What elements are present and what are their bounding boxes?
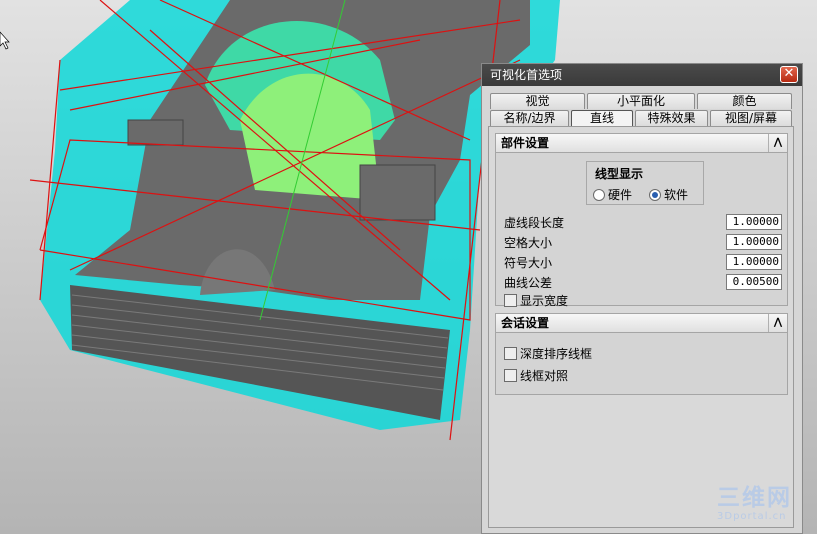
curve-tolerance-label: 曲线公差 <box>504 276 553 290</box>
part-settings-title: 部件设置 <box>501 136 550 150</box>
watermark-url: 3Dportal.cn <box>717 511 787 522</box>
collapse-icon[interactable]: ⋀ <box>768 134 787 152</box>
dialog-titlebar[interactable]: 可视化首选项 ✕ <box>482 64 802 86</box>
radio-unselected-icon[interactable] <box>593 188 605 201</box>
show-width-label: 显示宽度 <box>520 294 569 308</box>
line-tab-panel: 部件设置 ⋀ 线型显示 硬件 软件 虚线段长度 1.00000 空格大小 1.0… <box>488 126 794 528</box>
tab-row-upper: 视觉 小平面化 颜色 <box>490 93 794 109</box>
radio-software-label: 软件 <box>664 188 689 202</box>
line-display-group: 线型显示 硬件 软件 <box>586 161 704 205</box>
tab-row-lower: 名称/边界 直线 特殊效果 视图/屏幕 <box>490 110 794 126</box>
tab-line[interactable]: 直线 <box>571 110 633 126</box>
checkbox-icon[interactable] <box>504 294 517 307</box>
radio-selected-icon[interactable] <box>649 188 661 201</box>
line-display-title: 线型显示 <box>595 167 644 181</box>
wireframe-contrast-label: 线框对照 <box>520 369 569 383</box>
close-button[interactable]: ✕ <box>780 66 798 83</box>
watermark-logo: 三维网 3Dportal.cn <box>717 485 792 522</box>
radio-hardware-label: 硬件 <box>608 188 633 202</box>
radio-software[interactable]: 软件 <box>649 186 688 203</box>
checkbox-icon[interactable] <box>504 347 517 360</box>
watermark-title: 三维网 <box>717 485 792 511</box>
curve-tolerance-input[interactable]: 0.00500 <box>726 274 782 290</box>
dialog-title: 可视化首选项 <box>490 68 563 82</box>
radio-hardware[interactable]: 硬件 <box>593 186 632 203</box>
wireframe-contrast-checkbox[interactable]: 线框对照 <box>504 367 568 384</box>
tab-names-borders[interactable]: 名称/边界 <box>490 110 569 126</box>
depth-sort-wireframe-checkbox[interactable]: 深度排序线框 <box>504 345 592 362</box>
tab-faceting[interactable]: 小平面化 <box>587 93 695 109</box>
tab-colors[interactable]: 颜色 <box>697 93 792 109</box>
session-settings-title: 会话设置 <box>501 316 550 330</box>
symbol-size-input[interactable]: 1.00000 <box>726 254 782 270</box>
tab-view-screen[interactable]: 视图/屏幕 <box>710 110 792 126</box>
session-settings-body: 深度排序线框 线框对照 <box>495 333 788 395</box>
dash-length-input[interactable]: 1.00000 <box>726 214 782 230</box>
show-width-checkbox[interactable]: 显示宽度 <box>504 292 568 309</box>
part-settings-header[interactable]: 部件设置 ⋀ <box>495 133 788 153</box>
checkbox-icon[interactable] <box>504 369 517 382</box>
collapse-icon[interactable]: ⋀ <box>768 314 787 332</box>
dash-length-label: 虚线段长度 <box>504 216 565 230</box>
part-settings-body: 线型显示 硬件 软件 虚线段长度 1.00000 空格大小 1.00000 符号… <box>495 153 788 309</box>
tab-visual[interactable]: 视觉 <box>490 93 585 109</box>
visualization-preferences-dialog: 可视化首选项 ✕ 视觉 小平面化 颜色 名称/边界 直线 特殊效果 视图/屏幕 … <box>481 63 803 534</box>
depth-sort-wireframe-label: 深度排序线框 <box>520 347 593 361</box>
symbol-size-label: 符号大小 <box>504 256 553 270</box>
session-settings-header[interactable]: 会话设置 ⋀ <box>495 313 788 333</box>
space-size-label: 空格大小 <box>504 236 553 250</box>
tab-special-effects[interactable]: 特殊效果 <box>635 110 708 126</box>
space-size-input[interactable]: 1.00000 <box>726 234 782 250</box>
